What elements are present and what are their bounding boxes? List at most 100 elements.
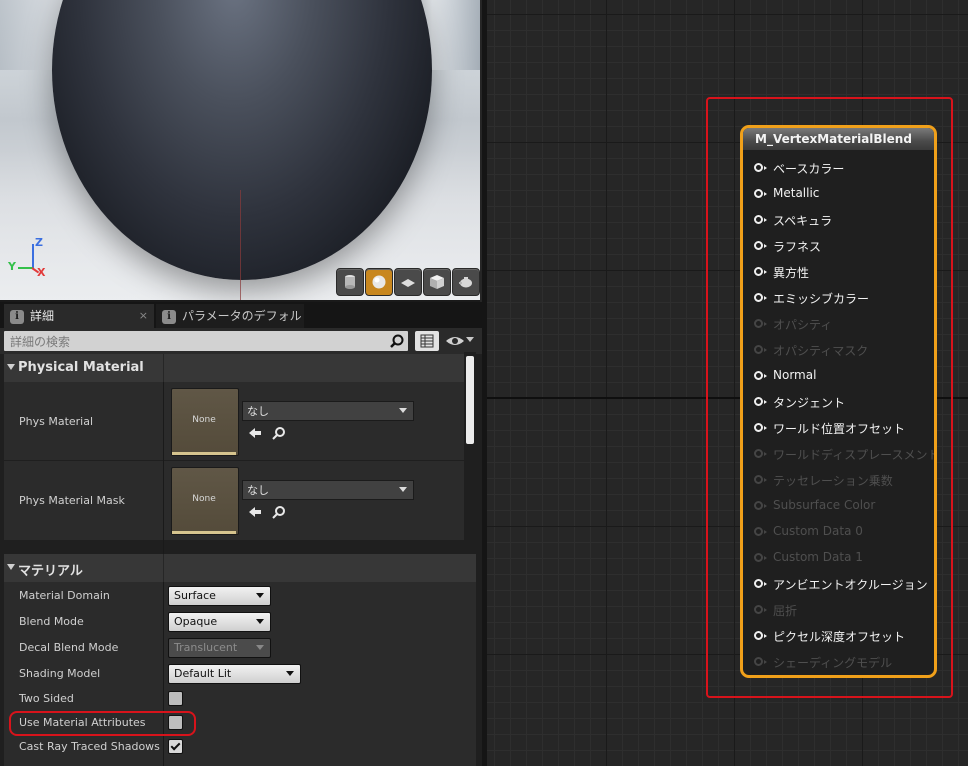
- pin-shading-model: [754, 657, 767, 666]
- divider: [163, 554, 164, 582]
- category-physical-material[interactable]: Physical Material: [4, 354, 476, 382]
- sphere-preview-button[interactable]: [365, 268, 393, 296]
- pin-world-position-offset[interactable]: [754, 423, 767, 432]
- pin-label: アンビエントオクルージョン: [773, 578, 928, 592]
- plane-preview-button[interactable]: [394, 268, 422, 296]
- pin-metallic[interactable]: [754, 189, 767, 198]
- asset-picker-value: なし: [247, 405, 269, 418]
- pin-ambient-occlusion[interactable]: [754, 579, 767, 588]
- view-options-dropdown-icon[interactable]: [466, 337, 474, 342]
- pin-label: Normal: [773, 368, 817, 382]
- material-domain-dropdown[interactable]: Surface: [168, 586, 271, 606]
- details-search-row: 詳細の検索: [0, 328, 482, 354]
- node-header[interactable]: M_VertexMaterialBlend: [743, 128, 934, 150]
- cylinder-preview-button[interactable]: [336, 268, 364, 296]
- divider: [163, 354, 164, 382]
- pin-label: 屈折: [773, 604, 798, 618]
- pin-label: Metallic: [773, 186, 820, 200]
- thumbnail-none-text: None: [192, 494, 216, 504]
- column-divider: [163, 582, 164, 766]
- z-axis-label: Z: [35, 236, 43, 249]
- pin-pixel-depth-offset[interactable]: [754, 631, 767, 640]
- dropdown-value: Surface: [174, 589, 216, 602]
- details-tab-bar: i 詳細 × i パラメータのデフォル: [0, 302, 482, 328]
- material-preview-viewport[interactable]: Z Y X: [0, 0, 480, 302]
- two-sided-checkbox[interactable]: [168, 691, 183, 706]
- pin-tangent[interactable]: [754, 397, 767, 406]
- teapot-icon: [459, 277, 472, 288]
- cast-ray-traced-shadows-checkbox[interactable]: [168, 739, 183, 754]
- phys-material-asset-picker[interactable]: なし: [242, 401, 414, 421]
- cube-icon: [430, 275, 444, 289]
- phys-material-thumbnail[interactable]: None: [171, 388, 239, 456]
- pin-custom-data-1: [754, 553, 767, 562]
- pin-label: テッセレーション乗数: [773, 474, 893, 488]
- eye-icon[interactable]: [445, 335, 465, 347]
- z-axis-line: [32, 244, 34, 268]
- cube-preview-button[interactable]: [423, 268, 451, 296]
- shading-model-dropdown[interactable]: Default Lit: [168, 664, 301, 684]
- pin-base-color[interactable]: [754, 163, 767, 172]
- two-sided-label: Two Sided: [19, 692, 74, 705]
- material-domain-label: Material Domain: [19, 589, 110, 602]
- pin-subsurface-color: [754, 501, 767, 510]
- pin-label: ラフネス: [773, 240, 822, 254]
- browse-search-icon[interactable]: [272, 505, 286, 519]
- plane-icon: [401, 279, 415, 287]
- phys-material-label: Phys Material: [19, 415, 94, 428]
- collapse-arrow-icon: [7, 564, 15, 570]
- category-title: Physical Material: [18, 360, 144, 375]
- pin-label: ワールドディスプレースメント: [773, 448, 937, 462]
- search-placeholder: 詳細の検索: [10, 335, 71, 349]
- pin-roughness[interactable]: [754, 241, 767, 250]
- tab-parameter-defaults-label: パラメータのデフォル: [182, 309, 302, 323]
- blend-mode-dropdown[interactable]: Opaque: [168, 612, 271, 632]
- browse-search-icon[interactable]: [272, 426, 286, 440]
- phys-material-mask-asset-picker[interactable]: なし: [242, 480, 414, 500]
- thumbnail-stripe: [172, 531, 236, 534]
- custom-mesh-preview-button[interactable]: [452, 268, 480, 296]
- pin-label: Subsurface Color: [773, 498, 876, 512]
- use-selected-arrow-icon[interactable]: [248, 426, 262, 440]
- cylinder-icon: [345, 275, 355, 289]
- thumbnail-stripe: [172, 452, 236, 455]
- material-result-node[interactable]: M_VertexMaterialBlend ベースカラー Metallic スペ…: [740, 125, 937, 678]
- cast-ray-traced-shadows-label: Cast Ray Traced Shadows: [19, 740, 160, 753]
- chevron-down-icon: [256, 645, 264, 650]
- y-axis-label: Y: [8, 260, 16, 273]
- chevron-down-icon: [256, 593, 264, 598]
- asset-picker-value: なし: [247, 484, 269, 497]
- use-selected-arrow-icon[interactable]: [248, 505, 262, 519]
- pin-normal[interactable]: [754, 371, 767, 380]
- pin-label: オパシティマスク: [773, 344, 869, 358]
- chevron-down-icon: [256, 619, 264, 624]
- pin-anisotropy[interactable]: [754, 267, 767, 276]
- dropdown-value: Opaque: [174, 615, 218, 628]
- tab-parameter-defaults[interactable]: i パラメータのデフォル: [156, 304, 304, 328]
- background-wall: [0, 0, 60, 70]
- pin-label: Custom Data 1: [773, 550, 863, 564]
- pin-tessellation-multiplier: [754, 475, 767, 484]
- pin-emissive-color[interactable]: [754, 293, 767, 302]
- details-search-input[interactable]: 詳細の検索: [4, 331, 408, 351]
- chevron-down-icon: [399, 408, 407, 413]
- axis-line: [240, 190, 241, 300]
- pin-specular[interactable]: [754, 215, 767, 224]
- pin-world-displacement: [754, 449, 767, 458]
- category-material[interactable]: マテリアル: [4, 554, 476, 582]
- close-tab-button[interactable]: ×: [139, 304, 148, 328]
- details-scrollbar-thumb[interactable]: [466, 356, 474, 444]
- category-title: マテリアル: [18, 564, 83, 579]
- pin-opacity-mask: [754, 345, 767, 354]
- phys-material-mask-thumbnail[interactable]: None: [171, 467, 239, 535]
- phys-material-mask-label: Phys Material Mask: [19, 494, 125, 507]
- property-matrix-button[interactable]: [415, 331, 439, 351]
- pin-label: ベースカラー: [773, 162, 845, 176]
- column-divider: [163, 382, 164, 554]
- pin-label: Custom Data 0: [773, 524, 863, 538]
- node-title: M_VertexMaterialBlend: [755, 132, 912, 146]
- tab-details[interactable]: i 詳細 ×: [4, 304, 154, 328]
- x-axis-label: X: [37, 266, 46, 279]
- pin-custom-data-0: [754, 527, 767, 536]
- blend-mode-label: Blend Mode: [19, 615, 84, 628]
